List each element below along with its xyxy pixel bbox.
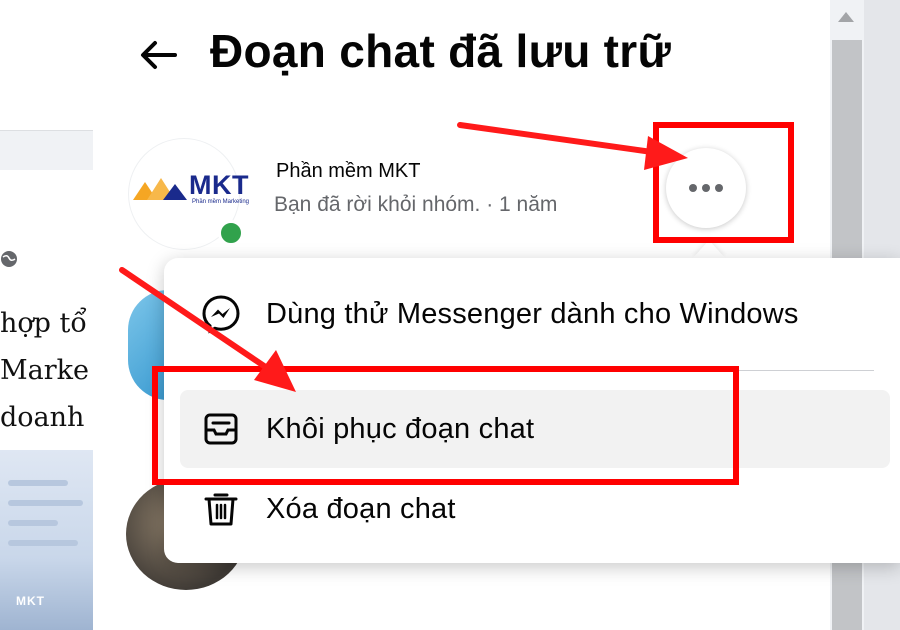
menu-item-try-messenger-windows[interactable]: Dùng thử Messenger dành cho Windows xyxy=(180,275,890,353)
background-article-text: hợp tổ Marke doanh xyxy=(0,300,95,441)
article-line: doanh xyxy=(0,402,85,433)
trash-icon xyxy=(198,486,244,532)
chat-preview: Bạn đã rời khỏi nhóm. · 1 năm xyxy=(274,193,558,216)
background-header xyxy=(0,0,95,131)
background-feed: hợp tổ Marke doanh MKT xyxy=(0,0,95,630)
messenger-icon xyxy=(198,291,244,337)
scroll-up-arrow-icon[interactable] xyxy=(838,12,854,22)
online-status-badge xyxy=(218,220,244,246)
page-title: Đoạn chat đã lưu trữ xyxy=(210,25,672,77)
menu-item-label: Dùng thử Messenger dành cho Windows xyxy=(266,297,799,330)
back-button[interactable] xyxy=(128,30,188,80)
highlight-box-restore-item xyxy=(152,366,739,485)
mkt-logo-subtext: Phần mềm Marketing xyxy=(192,199,250,205)
menu-item-label: Xóa đoạn chat xyxy=(266,492,456,525)
article-line: hợp tổ xyxy=(0,308,87,339)
thumbnail-watermark: MKT xyxy=(16,594,45,608)
highlight-box-more-button xyxy=(653,122,794,243)
mkt-logo-text: MKT xyxy=(189,170,249,200)
chat-name[interactable]: Phần mềm MKT xyxy=(276,160,420,183)
article-line: Marke xyxy=(0,355,89,386)
background-thumbnail: MKT xyxy=(0,450,95,630)
arrow-left-icon xyxy=(141,41,177,69)
globe-icon xyxy=(1,251,17,267)
